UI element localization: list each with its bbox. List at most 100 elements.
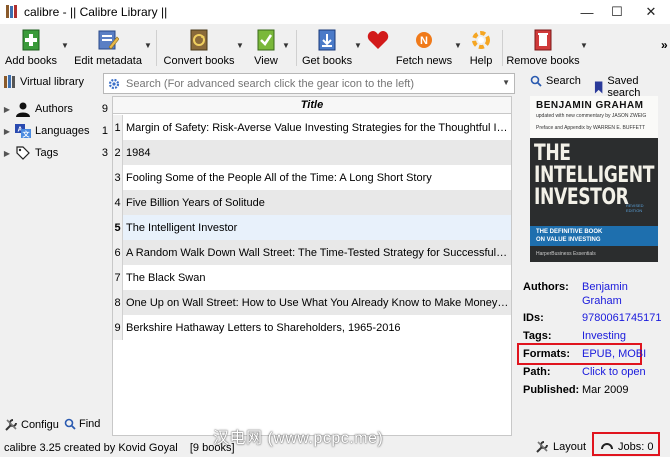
main-toolbar: Add books ▼ Edit metadata ▼ Convert book… <box>0 24 670 72</box>
configure-tag-browser-button[interactable]: Configu <box>4 418 59 432</box>
get-books-label: Get books <box>301 55 353 67</box>
row-number: 4 <box>113 190 123 215</box>
maximize-button[interactable]: ☐ <box>602 0 632 24</box>
find-label: Find <box>79 418 101 430</box>
fetch-news-dropdown-icon[interactable]: ▼ <box>454 41 462 50</box>
virtual-library-button[interactable]: Virtual library <box>4 75 84 88</box>
convert-books-dropdown-icon[interactable]: ▼ <box>236 41 244 50</box>
authors-link[interactable]: Benjamin <box>582 281 628 293</box>
tag-browser-item-authors[interactable]: ▶ Authors 9 <box>0 99 108 119</box>
convert-books-button[interactable]: Convert books <box>164 24 234 72</box>
get-books-dropdown-icon[interactable]: ▼ <box>354 41 362 50</box>
spinner-icon <box>601 443 613 450</box>
column-header-title[interactable]: Title <box>113 97 511 114</box>
authors-link[interactable]: Graham <box>582 295 622 307</box>
cover-subtitle: updated with new commentary by JASON ZWE… <box>536 113 647 119</box>
search-icon <box>64 418 76 430</box>
minimize-button[interactable]: — <box>572 0 602 24</box>
edit-metadata-button[interactable]: Edit metadata <box>74 24 142 72</box>
path-link[interactable]: Click to open <box>582 366 646 378</box>
watermark-text: 汉电网 (www.pcpc.me) <box>213 430 384 447</box>
wrench-icon <box>5 419 17 431</box>
book-title-cell[interactable]: The Intelligent Investor <box>123 222 509 234</box>
remove-books-dropdown-icon[interactable]: ▼ <box>580 41 588 50</box>
remove-books-icon <box>533 28 553 52</box>
svg-text:N: N <box>420 35 428 47</box>
remove-books-button[interactable]: Remove books <box>506 24 580 72</box>
cover-title-line: THE <box>534 141 571 166</box>
cover-subtitle: Preface and Appendix by WARREN E. BUFFET… <box>536 125 646 131</box>
svg-text:文: 文 <box>23 130 31 139</box>
isbn-link[interactable]: 9780061745171 <box>582 312 662 324</box>
table-row[interactable]: 4 Five Billion Years of Solitude <box>113 190 511 215</box>
languages-icon: A文 <box>14 123 32 139</box>
view-dropdown-icon[interactable]: ▼ <box>282 41 290 50</box>
tag-browser-item-label: Authors <box>35 103 73 115</box>
toolbar-separator <box>502 30 503 66</box>
donate-button[interactable] <box>364 24 392 72</box>
tag-browser-item-label: Tags <box>35 147 59 159</box>
table-row[interactable]: 7 The Black Swan <box>113 265 511 290</box>
tag-browser-item-label: Languages <box>35 125 90 137</box>
toolbar-overflow-button[interactable]: » <box>661 38 668 52</box>
table-row[interactable]: 3 Fooling Some of the People All of the T… <box>113 165 511 190</box>
add-books-button[interactable]: Add books <box>4 24 58 72</box>
help-icon <box>471 28 491 52</box>
bookmark-icon <box>594 80 603 94</box>
search-history-dropdown-icon[interactable]: ▼ <box>502 78 510 87</box>
find-in-tag-browser-button[interactable]: Find <box>64 418 100 430</box>
table-row[interactable]: 1 Margin of Safety: Risk-Averse Value Inv… <box>113 115 511 140</box>
book-title-cell[interactable]: Berkshire Hathaway Letters to Shareholde… <box>123 322 509 334</box>
add-books-icon <box>21 28 41 52</box>
edit-metadata-dropdown-icon[interactable]: ▼ <box>144 41 152 50</box>
row-number: 7 <box>113 265 123 290</box>
window-title: calibre - || Calibre Library || <box>24 5 168 19</box>
book-title-cell[interactable]: Margin of Safety: Risk-Averse Value Inve… <box>123 122 509 134</box>
get-books-button[interactable]: Get books <box>302 24 352 72</box>
tag-browser-item-count: 3 <box>101 147 108 159</box>
table-row-selected[interactable]: 5 The Intelligent Investor <box>113 215 511 240</box>
book-title-cell[interactable]: 1984 <box>123 147 509 159</box>
gear-icon[interactable] <box>108 78 120 90</box>
toolbar-separator <box>156 30 157 66</box>
tag-browser-item-languages[interactable]: ▶ A文 Languages 1 <box>0 121 108 141</box>
tags-label: Tags: <box>523 330 552 342</box>
book-title-cell[interactable]: Fooling Some of the People All of the Ti… <box>123 172 509 184</box>
close-button[interactable]: ✕ <box>636 0 666 24</box>
row-number: 9 <box>113 315 123 340</box>
row-number: 1 <box>113 115 123 140</box>
cover-edition: REVISED EDITION <box>626 203 644 213</box>
fetch-news-button[interactable]: N Fetch news <box>396 24 452 72</box>
jobs-label: Jobs: 0 <box>618 441 654 453</box>
search-box[interactable]: ▼ <box>103 73 515 94</box>
search-button[interactable]: Search <box>530 75 581 87</box>
expand-arrow-icon[interactable]: ▶ <box>0 149 14 158</box>
expand-arrow-icon[interactable]: ▶ <box>0 127 14 136</box>
jobs-button[interactable]: Jobs: 0 <box>600 440 653 454</box>
path-label: Path: <box>523 366 551 378</box>
help-button[interactable]: Help <box>466 24 496 72</box>
book-title-cell[interactable]: One Up on Wall Street: How to Use What Y… <box>123 297 509 309</box>
table-row[interactable]: 9 Berkshire Hathaway Letters to Sharehold… <box>113 315 511 340</box>
table-row[interactable]: 2 1984 <box>113 140 511 165</box>
tag-icon <box>14 145 32 161</box>
cover-title: THE INTELLIGENT INVESTOR <box>534 143 654 209</box>
book-title-cell[interactable]: Five Billion Years of Solitude <box>123 197 509 209</box>
row-number: 6 <box>113 240 123 265</box>
tag-browser-item-tags[interactable]: ▶ Tags 3 <box>0 143 108 163</box>
add-books-dropdown-icon[interactable]: ▼ <box>61 41 69 50</box>
formats-link[interactable]: EPUB, MOBI <box>582 348 646 360</box>
table-row[interactable]: 8 One Up on Wall Street: How to Use What … <box>113 290 511 315</box>
view-button[interactable]: View <box>252 24 280 72</box>
book-cover-image[interactable]: BENJAMIN GRAHAM updated with new comment… <box>530 96 658 262</box>
cover-band-text: ON VALUE INVESTING <box>536 237 601 243</box>
search-input[interactable] <box>124 76 504 91</box>
expand-arrow-icon[interactable]: ▶ <box>0 105 14 114</box>
book-title-cell[interactable]: The Black Swan <box>123 272 509 284</box>
book-list-table[interactable]: Title 1 Margin of Safety: Risk-Averse Val… <box>112 96 512 436</box>
book-title-cell[interactable]: A Random Walk Down Wall Street: The Time… <box>123 247 509 259</box>
layout-button[interactable]: Layout <box>535 440 586 454</box>
tags-link[interactable]: Investing <box>582 330 626 342</box>
table-row[interactable]: 6A Random Walk Down Wall Street: The Tim… <box>113 240 511 265</box>
convert-books-label: Convert books <box>163 55 235 67</box>
